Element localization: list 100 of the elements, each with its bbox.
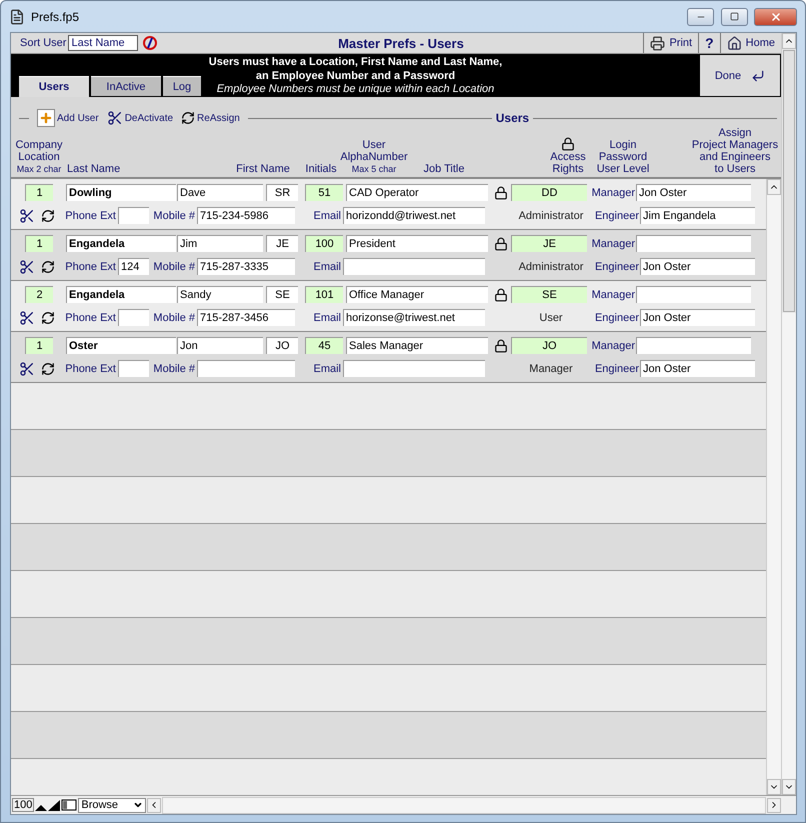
job-title-field: President	[346, 235, 488, 252]
mode-dropdown[interactable]: Browse	[78, 798, 146, 812]
job-title-field: Office Manager	[346, 286, 488, 303]
zoom-in-icon[interactable]	[48, 798, 60, 812]
initials-field: JE	[266, 235, 298, 252]
close-button[interactable]	[754, 8, 797, 26]
column-header: Login Password User Level	[596, 139, 650, 175]
printer-icon	[650, 36, 666, 50]
phone-ext-field	[118, 309, 149, 326]
phone-ext-label: Phone Ext	[64, 362, 116, 374]
mobile-label: Mobile #	[153, 312, 195, 324]
initials-field: SE	[266, 286, 298, 303]
job-title-field: CAD Operator	[346, 184, 488, 201]
alphanumber-field: 51	[305, 184, 343, 201]
mobile-field: 715-287-3335	[197, 258, 295, 275]
email-label: Email	[312, 260, 341, 272]
close-icon	[770, 10, 782, 22]
engineer-label: Engineer	[594, 210, 639, 222]
refresh-icon	[181, 111, 196, 125]
home-icon	[726, 36, 742, 50]
scissors-icon[interactable]	[19, 310, 35, 326]
maximize-button[interactable]	[721, 8, 748, 26]
phone-ext-label: Phone Ext	[64, 260, 116, 272]
tab[interactable]: InActive	[91, 76, 161, 96]
phone-ext-field: 124	[118, 258, 149, 275]
alphanumber-field: 45	[305, 337, 343, 354]
engineer-field: Jon Oster	[640, 258, 755, 275]
refresh-icon[interactable]	[41, 260, 55, 274]
last-name-field: Engandela	[66, 286, 176, 303]
done-button[interactable]: Done	[700, 55, 780, 96]
lock-icon[interactable]	[494, 236, 508, 250]
alphanumber-field: 101	[305, 286, 343, 303]
toolbar-button[interactable]: DeActivate	[102, 110, 178, 126]
email-label: Email	[312, 210, 341, 222]
phone-ext-label: Phone Ext	[64, 210, 116, 222]
user-level-text: User	[538, 312, 564, 324]
user-level-text: Administrator	[518, 260, 584, 272]
lock-icon	[561, 137, 575, 151]
tab[interactable]: Log	[163, 76, 201, 96]
first-name-field: Jon	[177, 337, 263, 354]
engineer-label: Engineer	[594, 260, 639, 272]
last-name-field: Oster	[66, 337, 176, 354]
column-hint: Max 5 char	[350, 163, 398, 175]
banner-note: Employee Numbers must be unique within each Location	[216, 83, 494, 96]
return-arrow-icon	[751, 68, 766, 82]
login-field: SE	[511, 286, 587, 303]
refresh-icon[interactable]	[41, 310, 55, 324]
column-header: User AlphaNumber	[339, 139, 409, 163]
phone-ext-field	[118, 360, 149, 377]
login-field: JO	[511, 337, 587, 354]
lock-icon[interactable]	[494, 186, 508, 200]
email-label: Email	[312, 362, 341, 374]
phone-ext-label: Phone Ext	[64, 312, 116, 324]
column-header: Company Location	[14, 139, 64, 163]
last-name-field: Engandela	[66, 235, 176, 252]
engineer-label: Engineer	[594, 312, 639, 324]
scissors-icon	[106, 110, 123, 126]
refresh-icon[interactable]	[41, 208, 55, 222]
login-field: JE	[511, 235, 587, 252]
minimize-button[interactable]	[687, 8, 714, 26]
lock-icon[interactable]	[494, 288, 508, 302]
maximize-icon	[730, 12, 739, 21]
initials-field: JO	[266, 337, 298, 354]
scissors-icon[interactable]	[19, 360, 35, 376]
first-name-field: Dave	[177, 184, 263, 201]
toolbar-button[interactable]: ReAssign	[177, 111, 244, 125]
refresh-icon[interactable]	[41, 362, 55, 376]
location-field: 2	[25, 286, 53, 303]
email-label: Email	[312, 312, 341, 324]
column-header: Access Rights	[549, 151, 587, 175]
layout-icon[interactable]	[61, 798, 78, 812]
section-title: Users	[496, 111, 530, 125]
login-field: DD	[511, 184, 587, 201]
email-field: horizonse@triwest.net	[343, 309, 485, 326]
tab[interactable]: Users	[19, 76, 89, 97]
banner-message: Users must have a Location, First Name and Last Name, an Employee Number and a Password	[208, 55, 502, 83]
mobile-field: 715-234-5986	[197, 207, 295, 224]
last-name-field: Dowling	[66, 184, 176, 201]
engineer-field: Jon Oster	[640, 360, 755, 377]
scrollbar-thumb[interactable]	[783, 50, 795, 312]
job-title-field: Sales Manager	[346, 337, 488, 354]
document-icon	[9, 8, 25, 24]
scissors-icon[interactable]	[19, 258, 35, 274]
toolbar-button[interactable]: Add User	[33, 109, 103, 127]
phone-ext-field	[118, 207, 149, 224]
plus-icon	[37, 109, 55, 127]
manager-label: Manager	[590, 186, 635, 198]
column-header: Last Name	[67, 163, 122, 175]
location-field: 1	[25, 235, 53, 252]
sort-field[interactable]: Last Name	[68, 35, 138, 51]
zoom-level[interactable]: 100	[12, 798, 34, 812]
mobile-label: Mobile #	[153, 260, 195, 272]
alphanumber-field: 100	[305, 235, 343, 252]
column-hint: Max 2 char	[16, 163, 62, 175]
first-name-field: Jim	[177, 235, 263, 252]
mobile-label: Mobile #	[153, 362, 195, 374]
user-level-text: Manager	[528, 362, 574, 374]
lock-icon[interactable]	[494, 338, 508, 352]
page-title: Master Prefs - Users	[337, 36, 465, 50]
scissors-icon[interactable]	[19, 208, 35, 224]
